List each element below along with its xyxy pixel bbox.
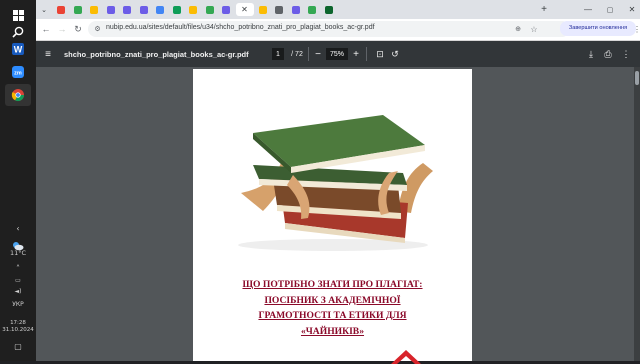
clock-time[interactable]: 17:28 <box>0 320 36 326</box>
scrollbar-thumb[interactable] <box>635 71 639 85</box>
viewer-scrollbar[interactable] <box>634 67 640 361</box>
tab-favicon-icon <box>275 5 283 14</box>
tab-active-close[interactable]: ✕ <box>235 3 254 16</box>
bookmark-star-icon[interactable]: ☆ <box>528 23 540 35</box>
browser-tab[interactable] <box>203 3 217 16</box>
kebab-menu-icon[interactable]: ⋮ <box>633 23 640 35</box>
tab-favicon-icon <box>205 5 214 14</box>
forward-icon[interactable]: → <box>56 23 68 35</box>
url-text[interactable]: nubip.edu.ua/sites/default/files/u34/shc… <box>106 24 375 31</box>
site-info-icon[interactable]: ⚙ <box>93 24 102 34</box>
browser-tab[interactable] <box>322 3 336 16</box>
page-count: / 72 <box>291 50 303 58</box>
tab-favicon-icon <box>258 5 267 14</box>
browser-tab[interactable] <box>87 3 101 16</box>
red-logo-icon <box>391 350 421 364</box>
zoom-out-button[interactable]: − <box>312 48 324 60</box>
tab-favicon-icon <box>90 5 98 14</box>
rotate-icon[interactable]: ↺ <box>389 48 401 60</box>
tab-favicon-icon <box>189 5 197 14</box>
chevron-up-icon[interactable]: ˄ <box>0 264 36 273</box>
browser-tab[interactable] <box>186 3 200 16</box>
network-icon[interactable]: ▭ <box>0 277 36 284</box>
back-icon[interactable]: ← <box>40 23 52 35</box>
tab-favicon-icon <box>139 5 148 14</box>
browser-tab[interactable] <box>120 3 134 16</box>
pdf-file-name: shcho_potribno_znati_pro_plagiat_books_a… <box>64 50 249 59</box>
volume-icon[interactable]: ◄) <box>0 288 36 295</box>
tab-favicon-icon <box>57 5 65 14</box>
divider <box>366 47 367 61</box>
download-icon[interactable]: ⤓ <box>585 48 597 60</box>
tab-favicon-icon <box>324 5 333 14</box>
chevron-left-icon[interactable]: ‹ <box>0 224 36 233</box>
more-options-icon[interactable]: ⋮ <box>620 48 632 60</box>
pdf-viewer[interactable]: ЩО ПОТРІБНО ЗНАТИ ПРО ПЛАГІАТ: ПОСІБНИК … <box>36 67 640 364</box>
browser-tab[interactable] <box>256 3 270 16</box>
zoom-icon[interactable]: zm <box>5 61 31 83</box>
title-line: «ЧАЙНИКІВ» <box>300 325 365 337</box>
pdf-toolbar: ≡ shcho_potribno_znati_pro_plagiat_books… <box>36 41 640 67</box>
browser-tab[interactable] <box>170 3 184 16</box>
weather-temp: 11°C <box>9 249 27 257</box>
title-line: ПОСІБНИК З АКАДЕМІЧНОЇ <box>264 294 401 306</box>
windows-taskbar: W zm ‹ 11°C ˄ ▭ ◄) УКР 17:28 31.10.2024 … <box>0 0 36 361</box>
new-tab-button[interactable]: + <box>538 3 550 16</box>
tab-favicon-icon <box>106 5 115 14</box>
word-icon[interactable]: W <box>5 38 31 60</box>
browser-tab[interactable] <box>219 3 233 16</box>
svg-text:W: W <box>14 45 23 55</box>
svg-text:zm: zm <box>14 71 22 77</box>
language-indicator[interactable]: УКР <box>0 301 36 308</box>
tab-favicon-icon <box>291 5 300 14</box>
tab-search-icon[interactable]: ⌄ <box>38 4 50 15</box>
address-toolbar: ← → ↻ ⚙ nubip.edu.ua/sites/default/files… <box>36 19 640 41</box>
tab-favicon-icon <box>73 5 82 14</box>
clock-date[interactable]: 31.10.2024 <box>0 327 36 333</box>
browser-tab[interactable] <box>137 3 151 16</box>
close-window-button[interactable]: ✕ <box>624 3 640 16</box>
zoom-in-button[interactable]: + <box>350 48 362 60</box>
tab-favicon-icon <box>123 5 131 14</box>
tab-favicon-icon <box>172 5 181 14</box>
tab-favicon-icon <box>222 5 230 14</box>
books-illustration <box>238 115 433 251</box>
pdf-menu-icon[interactable]: ≡ <box>42 48 54 60</box>
title-line: ЩО ПОТРІБНО ЗНАТИ ПРО ПЛАГІАТ: <box>242 279 423 290</box>
browser-tab[interactable] <box>272 3 286 16</box>
browser-tab[interactable] <box>104 3 118 16</box>
reload-icon[interactable]: ↻ <box>72 23 84 35</box>
page-number-input[interactable]: 1 <box>272 48 284 60</box>
maximize-button[interactable]: ▢ <box>602 3 618 16</box>
minimize-button[interactable]: — <box>580 3 596 16</box>
document-title: ЩО ПОТРІБНО ЗНАТИ ПРО ПЛАГІАТ: ПОСІБНИК … <box>193 277 472 339</box>
update-chrome-button[interactable]: Завершити оновлення <box>560 21 636 36</box>
browser-tab[interactable] <box>54 3 68 16</box>
tab-favicon-icon <box>308 5 316 14</box>
zoom-level-input[interactable]: 75% <box>326 48 348 60</box>
fit-page-icon[interactable]: ⊡ <box>374 48 386 60</box>
zoom-page-icon[interactable]: ⊕ <box>512 23 524 35</box>
browser-tab[interactable] <box>153 3 167 16</box>
divider <box>308 47 309 61</box>
tab-favicon-icon <box>156 5 164 14</box>
notification-icon[interactable]: ▢ <box>0 342 36 351</box>
browser-tab[interactable] <box>289 3 303 16</box>
title-line: ГРАМОТНОСТІ ТА ЕТИКИ ДЛЯ <box>258 310 407 321</box>
omnibox[interactable]: ⚙ nubip.edu.ua/sites/default/files/u34/s… <box>88 21 570 37</box>
browser-tab[interactable] <box>71 3 85 16</box>
pdf-page: ЩО ПОТРІБНО ЗНАТИ ПРО ПЛАГІАТ: ПОСІБНИК … <box>193 69 472 364</box>
browser-tab[interactable] <box>305 3 319 16</box>
print-icon[interactable]: ⎙ <box>602 48 614 60</box>
chrome-icon[interactable] <box>5 84 31 106</box>
browser-tab-strip: ⌄ ✕ + — ▢ ✕ <box>36 0 640 19</box>
